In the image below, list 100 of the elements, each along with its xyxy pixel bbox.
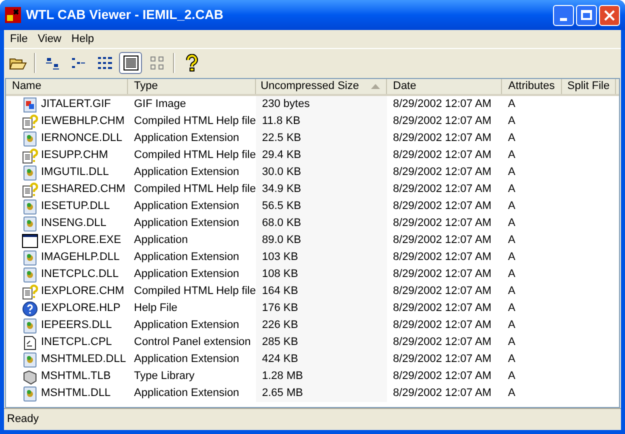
- table-cell-text: A: [508, 199, 516, 214]
- table-cell-text: IESUPP.CHM: [41, 148, 108, 164]
- table-cell-text: Application Extension: [134, 386, 240, 402]
- status-text: Ready: [7, 412, 39, 428]
- table-cell-text: A: [508, 114, 516, 130]
- table-cell-text: 8/29/2002 12:07 AM: [393, 250, 492, 266]
- table-cell-text: 34.9 KB: [262, 182, 302, 198]
- table-cell-text: 176 KB: [262, 301, 298, 316]
- table-cell-text: INETCPL.CPL: [41, 335, 112, 350]
- menu-item[interactable]: File: [6, 30, 32, 48]
- table-cell-text: Application Extension: [134, 131, 240, 146]
- table-cell-text: 8/29/2002 12:07 AM: [393, 131, 492, 146]
- table-cell-text: 8/29/2002 12:07 AM: [393, 199, 492, 214]
- table-cell-text: 8/29/2002 12:07 AM: [393, 267, 492, 282]
- table-cell-text: MSHTML.DLL: [41, 386, 111, 402]
- table-cell-text: Help File: [134, 301, 178, 316]
- table-cell-text: 89.0 KB: [262, 233, 302, 248]
- table-cell-text: 8/29/2002 12:07 AM: [393, 182, 492, 198]
- table-cell-text: Compiled HTML Help file: [134, 114, 256, 130]
- table-cell-text: IEXPLORE.CHM: [41, 284, 124, 300]
- table-cell-text: A: [508, 131, 516, 146]
- table-cell-text: A: [508, 250, 516, 266]
- table-cell-text: 8/29/2002 12:07 AM: [393, 148, 492, 164]
- table-cell-text: IEXPLORE.EXE: [41, 233, 122, 248]
- table-cell-text: A: [508, 284, 516, 300]
- table-cell-text: 8/29/2002 12:07 AM: [393, 352, 492, 368]
- table-cell-text: A: [508, 369, 516, 384]
- table-cell-text: Application Extension: [134, 267, 240, 282]
- table-cell-text: 68.0 KB: [262, 216, 302, 232]
- table-cell-text: Application Extension: [134, 250, 240, 266]
- table-cell-text: 8/29/2002 12:07 AM: [393, 284, 492, 300]
- table-cell-text: Compiled HTML Help file: [134, 284, 256, 300]
- table-cell-text: IERNONCE.DLL: [41, 131, 122, 146]
- table-cell-text: Application Extension: [134, 216, 240, 232]
- menu-item[interactable]: Help: [67, 30, 98, 48]
- table-cell-text: INETCPLC.DLL: [41, 267, 119, 282]
- table-cell-text: Compiled HTML Help file: [134, 182, 256, 198]
- table-cell-text: A: [508, 386, 516, 402]
- table-cell-text: A: [508, 233, 516, 248]
- table-cell-text: IEPEERS.DLL: [41, 318, 112, 334]
- table-cell-text: 8/29/2002 12:07 AM: [393, 369, 492, 384]
- table-cell-text: 56.5 KB: [262, 199, 302, 214]
- table-cell-text: A: [508, 148, 516, 164]
- table-cell-text: A: [508, 301, 516, 316]
- table-cell-text: 30.0 KB: [262, 165, 302, 180]
- table-cell-text: MSHTML.TLB: [41, 369, 111, 384]
- table-cell-text: IESHARED.CHM: [41, 182, 126, 198]
- column-header[interactable]: Split File: [562, 79, 616, 94]
- column-header[interactable]: Type: [128, 79, 256, 94]
- table-cell-text: 108 KB: [262, 267, 298, 282]
- column-header[interactable]: Date: [387, 79, 502, 94]
- table-cell-text: 29.4 KB: [262, 148, 302, 164]
- table-cell-text: Type Library: [134, 369, 195, 384]
- table-cell-text: 424 KB: [262, 352, 298, 368]
- table-cell-text: A: [508, 97, 516, 112]
- table-cell-text: 2.65 MB: [262, 386, 303, 402]
- table-cell-text: 22.5 KB: [262, 131, 302, 146]
- table-cell-text: Compiled HTML Help file: [134, 148, 256, 164]
- column-header[interactable]: Uncompressed Size: [256, 79, 387, 94]
- column-header[interactable]: Name: [6, 79, 128, 94]
- table-cell-text: 285 KB: [262, 335, 298, 350]
- table-cell-text: Application: [134, 233, 188, 248]
- table-cell-text: IEXPLORE.HLP: [41, 301, 120, 316]
- table-cell-text: Control Panel extension: [134, 335, 251, 350]
- table-cell-text: 226 KB: [262, 318, 298, 334]
- window-title: WTL CAB Viewer - IEMIL_2.CAB: [26, 6, 224, 24]
- table-cell-text: 11.8 KB: [262, 114, 300, 130]
- table-cell-text: Application Extension: [134, 318, 240, 334]
- table-cell-text: INSENG.DLL: [41, 216, 106, 232]
- table-cell-text: IMGUTIL.DLL: [41, 165, 109, 180]
- table-cell-text: MSHTMLED.DLL: [41, 352, 126, 368]
- table-cell-text: IMAGEHLP.DLL: [41, 250, 120, 266]
- table-cell-text: A: [508, 318, 516, 334]
- table-cell-text: GIF Image: [134, 97, 186, 112]
- table-cell-text: 8/29/2002 12:07 AM: [393, 97, 492, 112]
- table-cell-text: IESETUP.DLL: [41, 199, 110, 214]
- column-header[interactable]: Attributes: [502, 79, 562, 94]
- table-cell-text: IEWEBHLP.CHM: [41, 114, 125, 130]
- table-cell-text: JITALERT.GIF: [41, 97, 111, 112]
- table-cell-text: 103 KB: [262, 250, 298, 266]
- table-cell-text: 230 bytes: [262, 97, 310, 112]
- table-cell-text: Application Extension: [134, 199, 240, 214]
- table-cell-text: A: [508, 216, 516, 232]
- table-cell-text: 164 KB: [262, 284, 298, 300]
- table-cell-text: 8/29/2002 12:07 AM: [393, 165, 492, 180]
- table-cell-text: 8/29/2002 12:07 AM: [393, 233, 492, 248]
- table-cell-text: 8/29/2002 12:07 AM: [393, 301, 492, 316]
- table-cell-text: 8/29/2002 12:07 AM: [393, 216, 492, 232]
- menu-item[interactable]: View: [34, 30, 66, 48]
- table-cell-text: 8/29/2002 12:07 AM: [393, 386, 492, 402]
- table-cell-text: 1.28 MB: [262, 369, 303, 384]
- table-cell-text: A: [508, 352, 516, 368]
- table-cell-text: Application Extension: [134, 165, 240, 180]
- table-cell-text: A: [508, 335, 516, 350]
- table-cell-text: Application Extension: [134, 352, 240, 368]
- table-cell-text: 8/29/2002 12:07 AM: [393, 318, 492, 334]
- table-cell-text: A: [508, 267, 516, 282]
- table-cell-text: A: [508, 165, 516, 180]
- table-cell-text: A: [508, 182, 516, 198]
- table-cell-text: 8/29/2002 12:07 AM: [393, 335, 492, 350]
